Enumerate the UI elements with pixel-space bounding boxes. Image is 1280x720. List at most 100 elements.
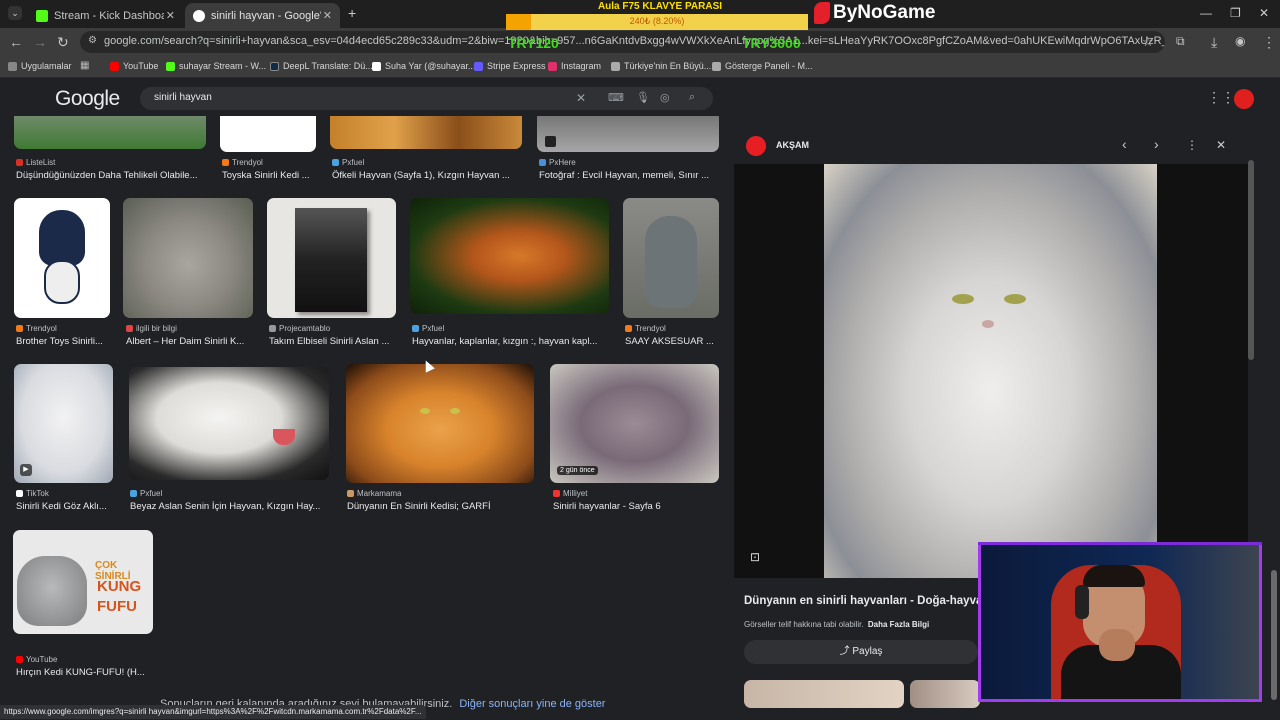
more-options-icon[interactable]: ⋮ (1186, 138, 1198, 152)
result-thumb[interactable] (346, 364, 534, 483)
next-image-icon[interactable]: › (1154, 136, 1159, 152)
result-caption[interactable]: Takım Elbiseli Sinirli Aslan ... (269, 336, 397, 347)
result-caption[interactable]: SAAY AKSESUAR ... (625, 336, 719, 347)
source-favicon-icon (539, 159, 546, 166)
source-label: PxHere (549, 158, 576, 167)
result-caption[interactable]: Sinirli hayvanlar - Sayfa 6 (553, 501, 719, 512)
previous-image-icon[interactable]: ‹ (1122, 136, 1127, 152)
result-source: Pxfuel (130, 489, 162, 498)
result-caption[interactable]: Fotoğraf : Evcil Hayvan, memeli, Sınır .… (539, 170, 721, 181)
result-caption[interactable]: Düşündüğünüzden Daha Tehlikeli Olabile..… (16, 170, 208, 181)
result-thumb[interactable]: ÇOK SİNİRLİ KUNG FUFU (13, 530, 153, 634)
preview-image-frame[interactable]: ⊡ (734, 164, 1248, 578)
share-icon: ⤴ (839, 646, 850, 657)
share-button[interactable]: ⤴ Paylaş (744, 640, 978, 664)
close-tab-icon[interactable]: ✕ (323, 9, 332, 22)
site-info-icon[interactable]: ⚙ (88, 35, 97, 46)
result-thumb[interactable] (623, 198, 719, 318)
more-info-link[interactable]: Daha Fazla Bilgi (868, 620, 929, 629)
result-caption[interactable]: Toyska Sinirli Kedi ... (222, 170, 322, 181)
close-tab-icon[interactable]: ✕ (166, 9, 175, 22)
cat-photo (17, 556, 87, 626)
mic-icon[interactable]: 🎙 (636, 91, 650, 104)
kick-icon (166, 61, 175, 71)
source-label: Trendyol (232, 158, 263, 167)
result-caption[interactable]: Beyaz Aslan Senin İçin Hayvan, Kızgın Ha… (130, 501, 328, 512)
related-thumb[interactable] (744, 680, 904, 708)
page-scrollbar[interactable] (1271, 570, 1277, 700)
bookmark-kick[interactable]: suhayar Stream - W... (166, 61, 266, 71)
bookmark-deepl[interactable]: DeepL Translate: Dü... (270, 61, 373, 71)
profile-icon[interactable]: ◉ (1235, 34, 1245, 48)
bookmark-star-icon[interactable]: ☆ (1142, 34, 1154, 50)
copyright-text: Görseller telif hakkına tabi olabilir. (744, 620, 864, 629)
tab-kick-dashboard[interactable]: Stream - Kick Dashboard ✕ (28, 3, 183, 28)
bookmark-tiktok[interactable]: Suha Yar (@suhayar... (372, 61, 475, 71)
result-thumb[interactable] (14, 116, 206, 149)
youtube-icon (110, 61, 119, 71)
bookmark-dashboard[interactable]: Gösterge Paneli - M... (712, 61, 813, 71)
bookmark-apps[interactable]: Uygulamalar (8, 61, 72, 71)
result-caption[interactable]: Öfkeli Hayvan (Sayfa 1), Kızgın Hayvan .… (332, 170, 524, 181)
extensions-icon[interactable]: ⧉ (1176, 34, 1185, 49)
plush-toy-belly (44, 260, 80, 304)
related-thumb[interactable] (910, 680, 980, 708)
source-label: Trendyol (635, 324, 666, 333)
clear-search-icon[interactable]: ✕ (576, 91, 586, 105)
grid-icon[interactable]: ▦ (80, 60, 89, 71)
lens-search-icon[interactable]: ⊡ (750, 550, 760, 564)
back-icon[interactable]: ← (9, 34, 23, 50)
result-caption[interactable]: Sinirli Kedi Göz Aklı... (16, 501, 115, 512)
result-thumb[interactable] (123, 198, 253, 318)
result-thumb[interactable] (14, 198, 110, 318)
apps-grid-icon[interactable]: ⋮⋮ (1207, 89, 1235, 106)
result-thumb[interactable] (267, 198, 396, 318)
menu-icon[interactable]: ⋮ (1262, 34, 1276, 51)
show-more-results-link[interactable]: Diğer sonuçları yine de göster (459, 698, 605, 710)
preview-scrollbar[interactable] (1248, 160, 1254, 360)
account-avatar[interactable] (1234, 89, 1254, 109)
source-label: Trendyol (26, 324, 57, 333)
bookmark-stripe[interactable]: Stripe Express (474, 61, 546, 71)
new-tab-icon[interactable]: + (348, 5, 356, 21)
google-favicon-icon (193, 9, 205, 22)
source-favicon-icon (16, 325, 23, 332)
result-thumb[interactable] (220, 116, 316, 152)
result-caption[interactable]: Hayvanlar, kaplanlar, kızgın :, hayvan k… (412, 336, 608, 347)
result-thumb[interactable] (537, 116, 719, 152)
result-thumb[interactable]: 2 gün önce (550, 364, 719, 483)
tab-google-search[interactable]: sinirli hayvan - Google'da Ara ✕ (185, 3, 340, 28)
bookmark-youtube[interactable]: YouTube (110, 61, 158, 71)
google-logo[interactable]: Google (55, 87, 120, 111)
lens-icon[interactable]: ◎ (660, 91, 670, 104)
result-thumb[interactable] (129, 367, 329, 480)
bookmark-instagram[interactable]: Instagram (548, 61, 601, 71)
result-caption[interactable]: Hırçın Kedi KUNG-FUFU! (H... (16, 667, 156, 678)
cat-eye-left (952, 294, 974, 304)
search-icon[interactable]: ⌕ (689, 91, 695, 104)
close-window-icon[interactable]: ✕ (1259, 6, 1269, 20)
maximize-icon[interactable]: ❐ (1230, 6, 1241, 20)
forward-icon[interactable]: → (33, 34, 47, 50)
close-preview-icon[interactable]: ✕ (1216, 138, 1226, 152)
reload-icon[interactable]: ↻ (57, 34, 69, 51)
result-source: Projecamtablo (269, 324, 330, 333)
minimize-icon[interactable]: — (1200, 6, 1212, 20)
preview-source-name[interactable]: AKŞAM (776, 140, 809, 150)
bookmark-label: DeepL Translate: Dü... (283, 61, 373, 71)
bookmark-turkiye[interactable]: Türkiye'nin En Büyü... (611, 61, 711, 71)
download-icon[interactable]: ⤓ (1211, 34, 1217, 51)
source-label: Pxfuel (422, 324, 445, 333)
result-caption[interactable]: Albert – Her Daim Sinirli K... (126, 336, 254, 347)
keyboard-icon[interactable]: ⌨ (608, 91, 624, 104)
tab-search-chevron-icon[interactable]: ⌄ (8, 6, 22, 20)
result-thumb[interactable] (410, 198, 609, 314)
result-caption[interactable]: Brother Toys Sinirli... (16, 336, 112, 347)
preview-title[interactable]: Dünyanın en sinirli hayvanları - Doğa-ha… (744, 595, 980, 607)
result-thumb[interactable]: ▶ (14, 364, 113, 483)
address-bar[interactable]: ⚙ google.com/search?q=sinirli+hayvan&sca… (80, 31, 1165, 53)
cat-eye-right (450, 408, 460, 414)
search-input[interactable]: sinirli hayvan ✕ ⌨ 🎙 ◎ ⌕ (140, 87, 713, 110)
result-thumb[interactable] (330, 116, 522, 149)
result-caption[interactable]: Dünyanın En Sinirli Kedisi; GARFİ (347, 501, 535, 512)
